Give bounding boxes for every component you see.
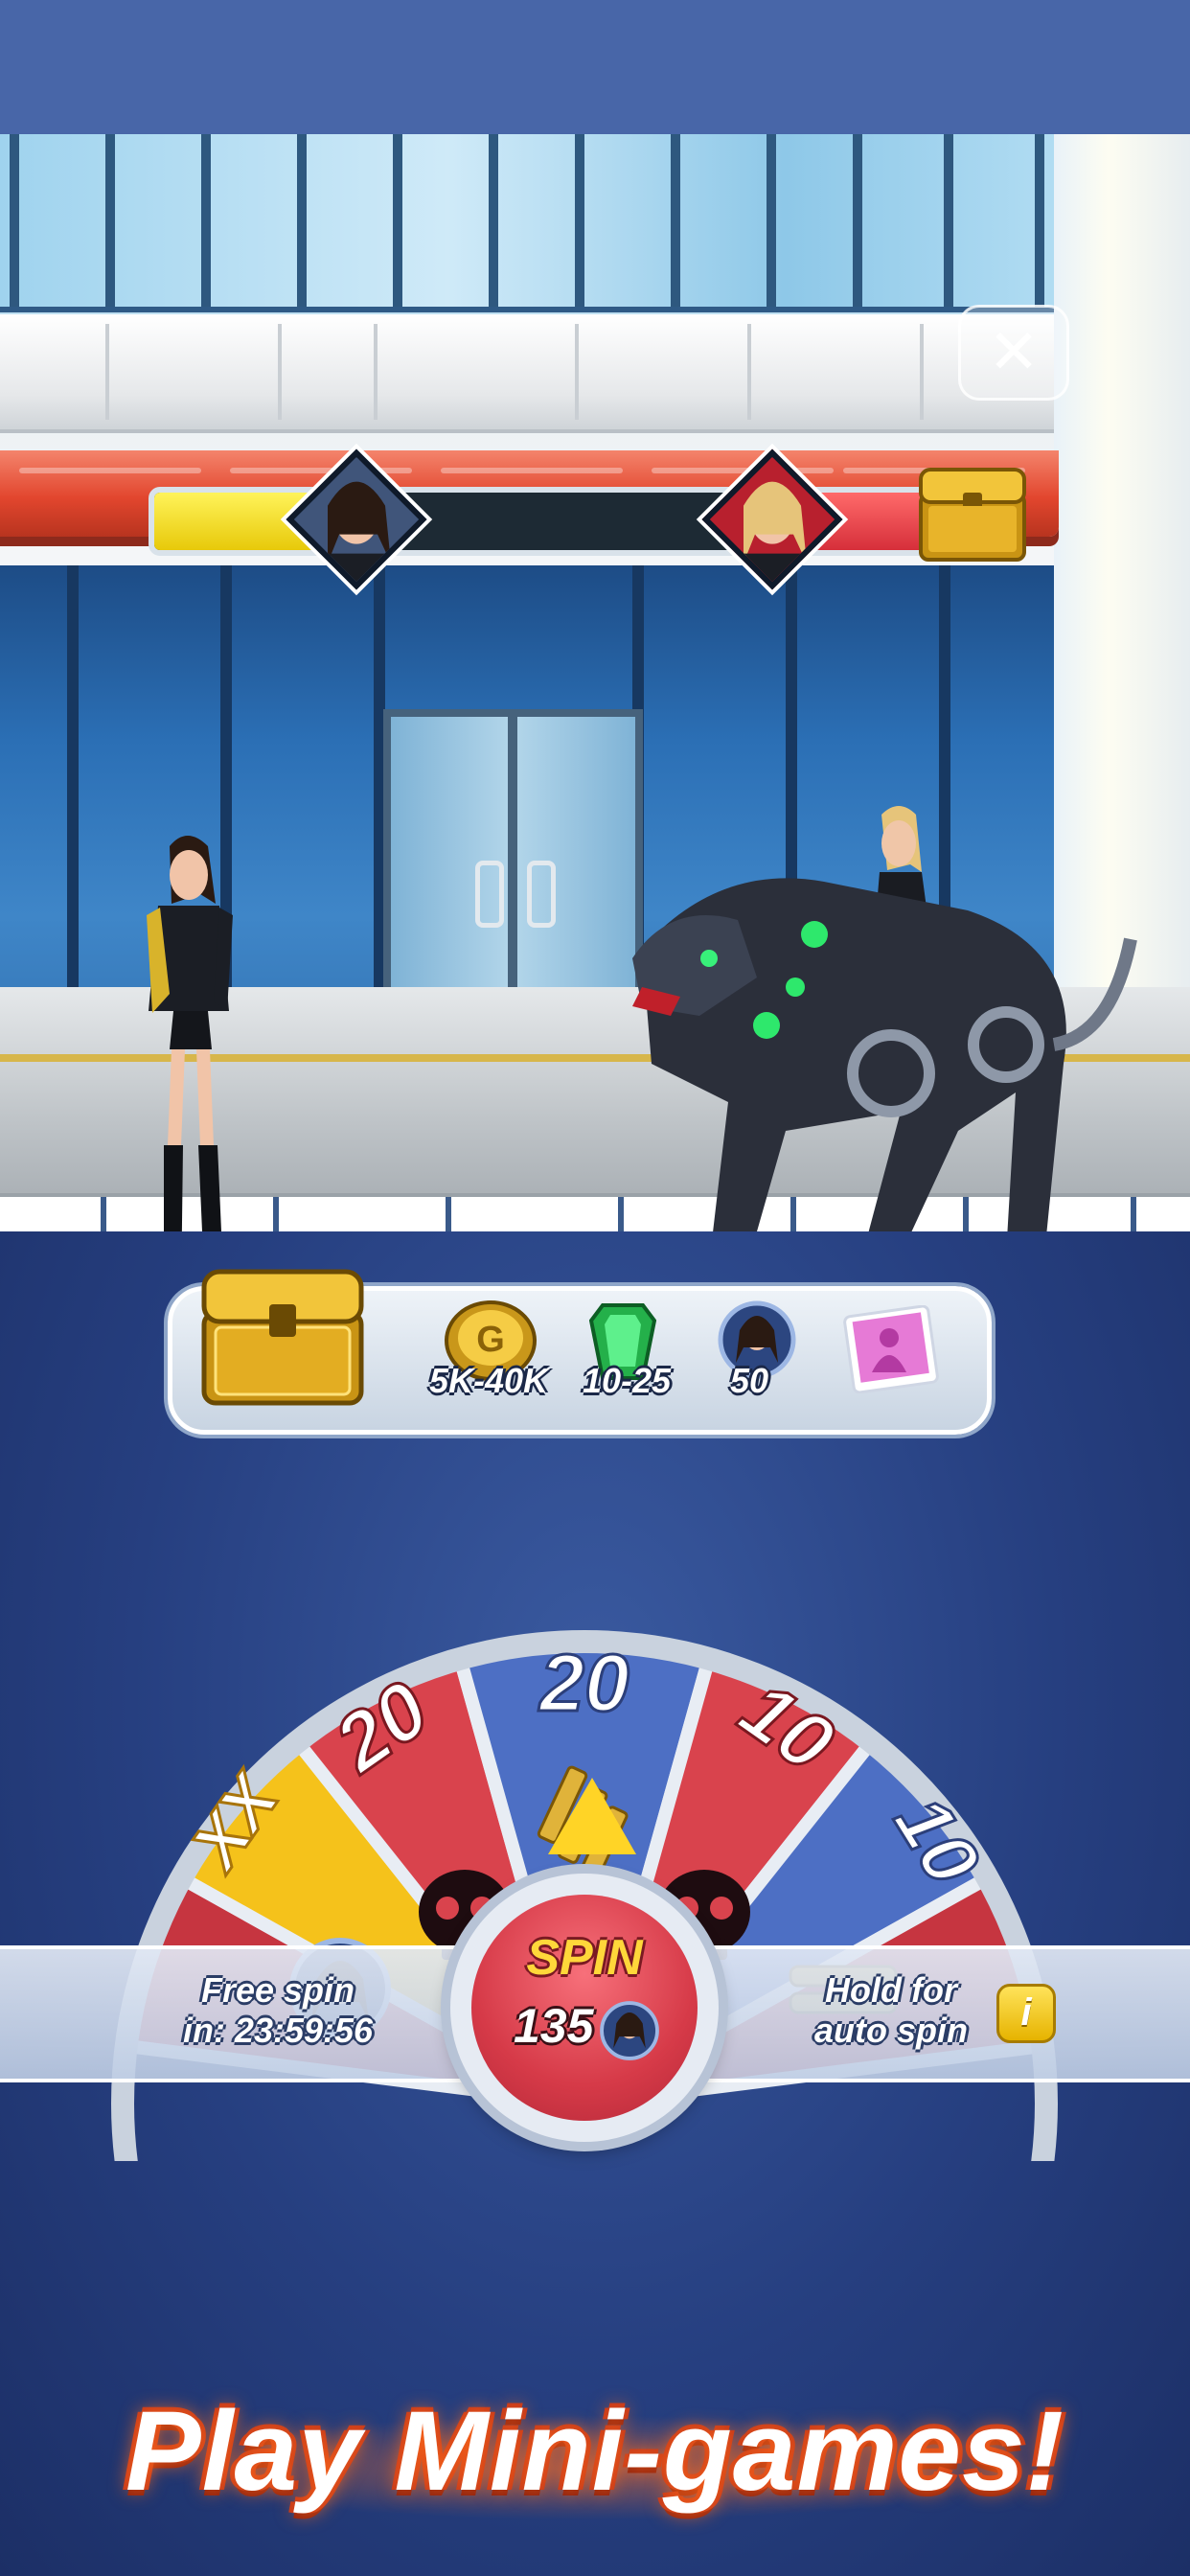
big-chest-icon xyxy=(201,1269,364,1406)
free-spin-timer: Free spin in: 23:59:56 xyxy=(168,1970,388,2051)
free-spin-countdown: in: 23:59:56 xyxy=(182,2011,374,2050)
svg-text:G: G xyxy=(476,1320,505,1360)
reward-label-gold: 5K-40K xyxy=(429,1361,549,1400)
info-icon: i xyxy=(1020,1991,1032,2034)
battle-scene xyxy=(0,134,1190,1231)
spin-cost: 135 xyxy=(514,1999,594,2053)
reward-label-gems: 10-25 xyxy=(583,1361,672,1400)
hero-character xyxy=(147,836,233,1231)
wheel-segment-20-bullets: 20 xyxy=(538,1638,629,1728)
character-card-icon xyxy=(843,1305,939,1393)
spin-label: SPIN xyxy=(526,1930,643,1986)
reward-label-tokens: 50 xyxy=(730,1361,769,1400)
upper-windows xyxy=(0,134,1121,312)
enemy-robot-panther xyxy=(632,806,1137,1231)
auto-spin-hint: Hold for auto spin xyxy=(805,1970,977,2051)
free-spin-label: Free spin xyxy=(200,1970,355,2010)
character-token-icon xyxy=(600,2001,659,2060)
headline-text: Play Mini-games! xyxy=(126,2388,1064,2515)
close-button[interactable]: ✕ xyxy=(958,305,1069,401)
reward-chest-icon xyxy=(919,468,1026,562)
top-band xyxy=(0,0,1190,134)
wheel-pointer xyxy=(548,1778,636,1854)
close-icon: ✕ xyxy=(988,317,1040,386)
auto-spin-line2: auto spin xyxy=(814,2011,968,2050)
info-button[interactable]: i xyxy=(996,1984,1056,2043)
spin-button[interactable]: SPIN 135 xyxy=(450,1874,719,2142)
auto-spin-line1: Hold for xyxy=(825,1970,957,2010)
